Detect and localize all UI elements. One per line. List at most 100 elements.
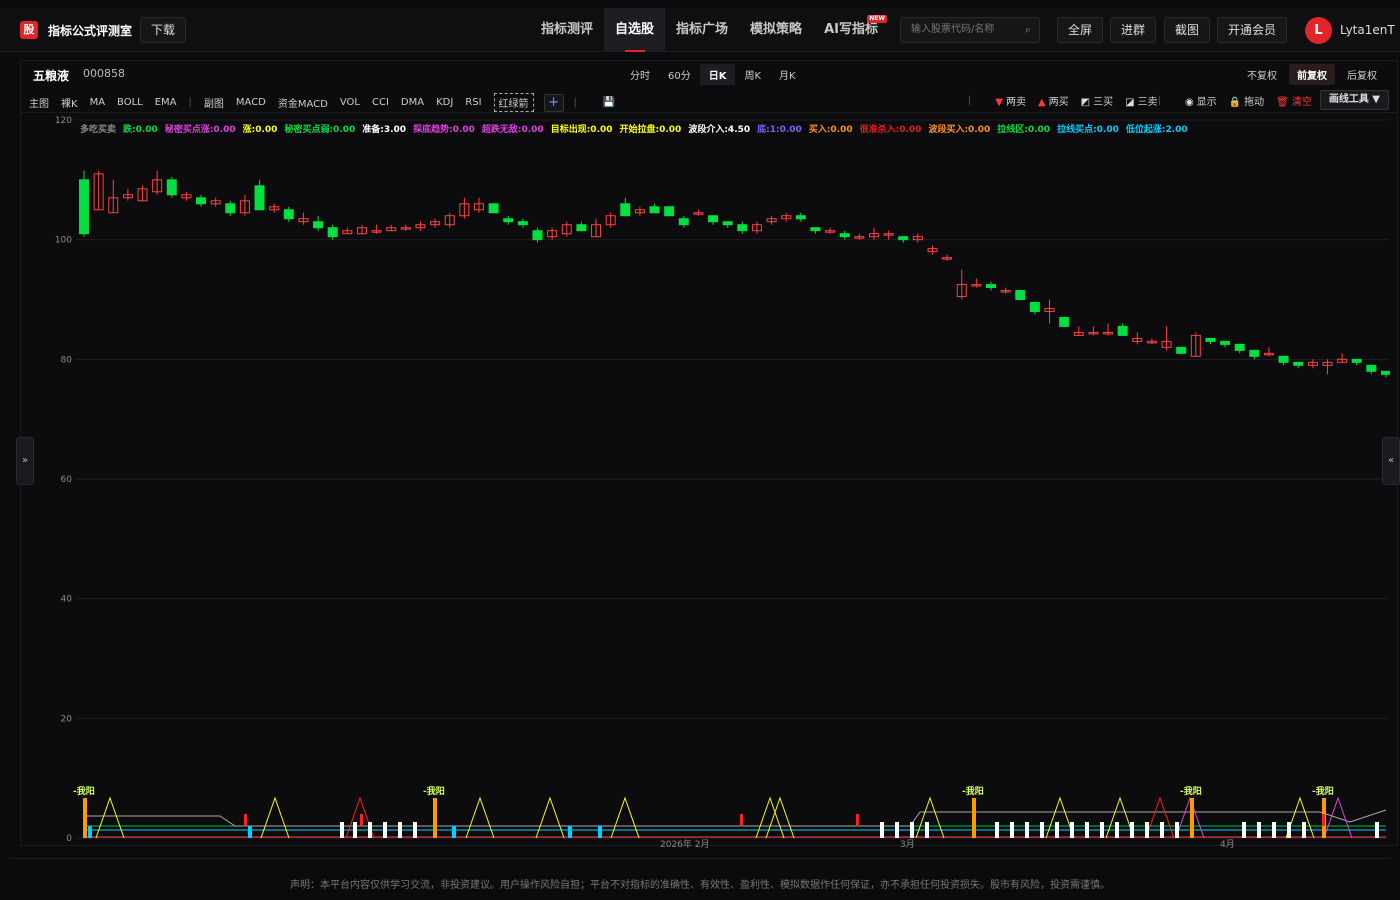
tool-label: 三卖 <box>1137 96 1158 108</box>
indicator-main-2[interactable]: MA <box>90 97 105 108</box>
signal-bar-white <box>880 822 884 838</box>
candle-down <box>576 224 587 232</box>
indicator-sub-4[interactable]: CCI <box>372 97 389 108</box>
tool-label: 两卖 <box>1005 96 1026 108</box>
nav-item-0[interactable]: 指标测评 <box>530 8 604 52</box>
candle-down <box>737 224 748 232</box>
signal-bar-red <box>1322 814 1325 826</box>
app-logo-icon: 股 <box>20 21 38 39</box>
fullscreen-button[interactable]: 全屏 <box>1057 17 1104 43</box>
signal-peak <box>535 796 565 839</box>
indicator-main-4[interactable]: EMA <box>155 97 177 108</box>
candle-down <box>1176 346 1187 354</box>
signal-bar-white <box>1130 822 1134 838</box>
period-tab-3[interactable]: 周K <box>735 64 770 85</box>
indicator-sub-2[interactable]: 资金MACD <box>278 95 328 110</box>
signal-tools: | ▼ 两卖 ▲ 两买 ◩ 三买 ◪ 三卖 | ◉ 显示 🔒 拖动 🗑 清空 画线工具 ▼ <box>968 90 1389 110</box>
signal-bar-white <box>1100 822 1104 838</box>
signal-bar-white <box>383 822 387 838</box>
signal-bar-white <box>398 822 402 838</box>
chart-up-icon: ◩ <box>1080 96 1091 108</box>
y-tick-label: 20 <box>61 714 73 724</box>
adjust-tab-1[interactable]: 前复权 <box>1289 64 1335 85</box>
indicator-sub-7[interactable]: RSI <box>465 97 481 108</box>
tool-3[interactable]: ◪ 三卖 <box>1125 93 1157 108</box>
signal-bar-white <box>1070 822 1074 838</box>
tool-1[interactable]: ▲ 两买 <box>1038 93 1069 108</box>
tool-5[interactable]: 🔒 拖动 <box>1229 93 1264 108</box>
candle-down <box>1351 358 1362 363</box>
period-tab-1[interactable]: 60分 <box>659 64 700 85</box>
signal-bar-white <box>1287 822 1291 838</box>
signal-peak <box>610 796 640 839</box>
join-group-button[interactable]: 进群 <box>1110 17 1157 43</box>
signal-label: -我阳 <box>423 785 445 797</box>
signal-bar-white <box>1375 822 1379 838</box>
period-tab-0[interactable]: 分时 <box>621 64 659 85</box>
candle-down <box>722 221 733 226</box>
adjust-tab-0[interactable]: 不复权 <box>1239 64 1285 85</box>
period-tab-4[interactable]: 月K <box>770 64 805 85</box>
membership-button[interactable]: 开通会员 <box>1217 17 1288 43</box>
signal-bar-white <box>1145 822 1149 838</box>
signal-bar-white <box>1115 822 1119 838</box>
expand-right-button[interactable]: « <box>1382 437 1400 485</box>
indicator-sub-5[interactable]: DMA <box>401 97 424 108</box>
tool-0[interactable]: ▼ 两卖 <box>995 93 1026 108</box>
brand-title: 指标公式评测室 <box>48 24 133 38</box>
tool-2[interactable]: ◩ 三买 <box>1081 93 1113 108</box>
search-icon[interactable]: ⌕ <box>1025 18 1031 42</box>
footer-divider <box>10 858 1390 859</box>
period-tab-2[interactable]: 日K <box>699 64 736 85</box>
indicator-red-green-arrow[interactable]: 红绿箭 <box>493 93 534 112</box>
nav-item-1[interactable]: 自选股 <box>604 8 666 52</box>
user-name[interactable]: Lyta1enT <box>1340 23 1395 37</box>
indicator-sub-0[interactable]: 副图 <box>204 95 224 110</box>
indicator-sub-3[interactable]: VOL <box>340 97 360 108</box>
signal-bar-cyan <box>568 826 572 838</box>
expand-left-button[interactable]: » <box>16 437 34 485</box>
disclaimer-text: 声明：本平台内容仅供学习交流，非投资建议。用户操作风险自担；平台不对指标的准确性… <box>290 880 1110 891</box>
signal-bar-orange <box>433 798 437 838</box>
nav-item-2[interactable]: 指标广场 <box>665 8 739 52</box>
candle-down <box>196 197 207 205</box>
tool-label: 两买 <box>1048 96 1069 108</box>
candlestick-chart[interactable]: 0 20 40 60 80 100 120 -我阳 -我阳 -我阳 -我阳 -我阳 2026年 2月 3月… <box>20 112 1390 848</box>
indicator-sub-6[interactable]: KDJ <box>436 97 453 108</box>
signal-bar-orange <box>83 798 87 838</box>
signal-bar-orange <box>1190 798 1194 838</box>
candle-down <box>488 203 499 214</box>
tool-4[interactable]: ◉ 显示 <box>1185 93 1217 108</box>
draw-tools-button[interactable]: 画线工具 ▼ <box>1319 90 1389 110</box>
candle-down <box>1278 355 1289 363</box>
user-avatar[interactable]: L <box>1305 17 1332 44</box>
add-indicator-button[interactable]: + <box>543 93 564 112</box>
up-triangle-icon: ▲ <box>1037 96 1046 108</box>
download-button[interactable]: 下载 <box>140 17 187 43</box>
nav-item-4[interactable]: AI写指标 NEW <box>813 8 889 52</box>
signal-bar-white <box>1175 822 1179 838</box>
candle-down <box>254 185 265 211</box>
tool-6[interactable]: 🗑 清空 <box>1276 93 1312 108</box>
divider: | <box>967 94 972 106</box>
signal-bar-red <box>740 814 743 826</box>
screenshot-button[interactable]: 截图 <box>1164 17 1211 43</box>
adjust-tab-2[interactable]: 后复权 <box>1339 64 1385 85</box>
signal-peak <box>1105 796 1135 839</box>
nav-item-3[interactable]: 模拟策略 <box>739 8 813 52</box>
stock-search-input[interactable]: 输入股票代码/名称 ⌕ <box>900 17 1040 43</box>
candle-down <box>283 209 294 220</box>
signal-bar-white <box>1040 822 1044 838</box>
indicator-main-3[interactable]: BOLL <box>117 97 143 108</box>
y-tick-label: 40 <box>61 595 73 605</box>
candle-down <box>678 218 689 226</box>
nav-label: 指标测评 <box>541 22 594 37</box>
indicator-sub-1[interactable]: MACD <box>236 97 266 108</box>
indicator-main-1[interactable]: 裸K <box>61 95 78 110</box>
save-icon[interactable]: 💾 <box>603 97 615 108</box>
adjustment-selector: 不复权 前复权 后复权 <box>1235 64 1385 85</box>
signal-bar-red <box>360 814 363 826</box>
candle-down <box>1059 316 1070 327</box>
indicator-main-0[interactable]: 主图 <box>29 95 49 110</box>
search-placeholder: 输入股票代码/名称 <box>911 24 995 35</box>
